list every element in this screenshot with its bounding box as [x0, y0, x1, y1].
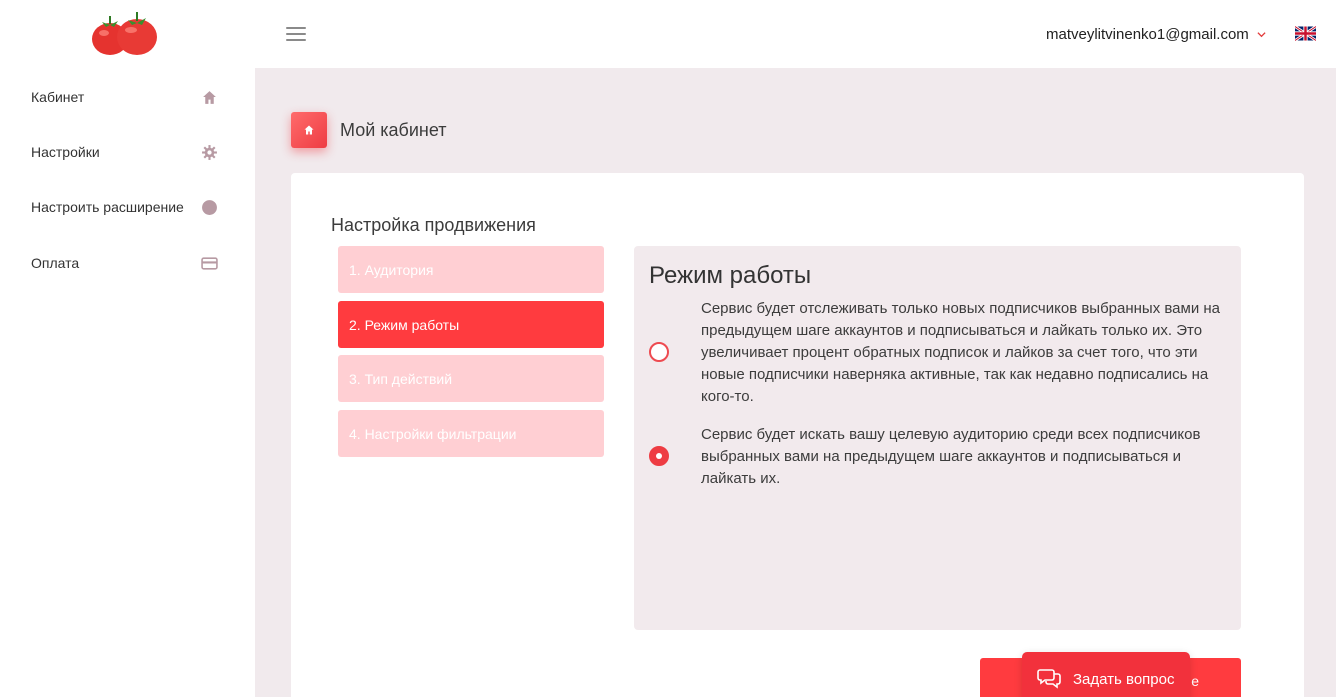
radio-all-followers[interactable] [649, 446, 669, 466]
sidebar-item-label: Настройки [31, 144, 100, 160]
hamburger-icon [286, 27, 306, 29]
work-mode-panel: Режим работы Сервис будет отслеживать то… [634, 246, 1241, 630]
promotion-settings-card: Настройка продвижения 1. Аудитория 2. Ре… [291, 173, 1304, 697]
sidebar-item-extension[interactable]: Настроить расширение [0, 187, 255, 227]
section-title: Настройка продвижения [331, 215, 536, 235]
ask-question-button[interactable]: Задать вопрос [1022, 652, 1190, 697]
panel-title: Режим работы [649, 262, 812, 289]
chevron-down-icon [1257, 31, 1266, 37]
sidebar-item-label: Настроить расширение [31, 199, 184, 215]
sidebar-item-label: Кабинет [31, 89, 85, 105]
radio-new-followers[interactable] [649, 342, 669, 362]
step-action-type[interactable]: 3. Тип действий [338, 355, 604, 402]
menu-toggle-button[interactable] [286, 27, 306, 41]
sidebar-item-payment[interactable]: Оплата [0, 243, 255, 283]
step-audience[interactable]: 1. Аудитория [338, 246, 604, 293]
home-icon [203, 90, 216, 104]
tomatoes-logo[interactable] [88, 8, 162, 58]
ask-question-label: Задать вопрос [1073, 671, 1175, 688]
credit-card-icon [201, 256, 218, 270]
circle-icon [202, 199, 217, 215]
next-button-label: е [1191, 673, 1199, 689]
sidebar-item-cabinet[interactable]: Кабинет [0, 77, 255, 117]
sidebar: Кабинет Настройки Настроить расширение О… [0, 68, 255, 697]
sidebar-item-settings[interactable]: Настройки [0, 132, 255, 172]
option-description: Сервис будет отслеживать только новых по… [701, 300, 1221, 405]
user-email: matveylitvinenko1@gmail.com [1046, 25, 1249, 43]
sidebar-item-label: Оплата [31, 255, 80, 271]
uk-flag-icon[interactable] [1295, 26, 1316, 41]
breadcrumb-home-button[interactable] [291, 112, 327, 148]
work-mode-option-new-followers[interactable]: Сервис будет отслеживать только новых по… [634, 298, 1241, 410]
top-bar: matveylitvinenko1@gmail.com [0, 0, 1336, 68]
option-description: Сервис будет искать вашу целевую аудитор… [701, 426, 1201, 487]
home-icon [304, 125, 314, 135]
work-mode-option-all-followers[interactable]: Сервис будет искать вашу целевую аудитор… [634, 424, 1241, 492]
step-work-mode[interactable]: 2. Режим работы [338, 301, 604, 348]
page-title: Мой кабинет [340, 120, 447, 140]
user-menu[interactable]: matveylitvinenko1@gmail.com [1046, 24, 1266, 44]
chat-bubbles-icon [1037, 669, 1061, 689]
gear-icon [202, 144, 217, 160]
step-filter-settings[interactable]: 4. Настройки фильтрации [338, 410, 604, 457]
